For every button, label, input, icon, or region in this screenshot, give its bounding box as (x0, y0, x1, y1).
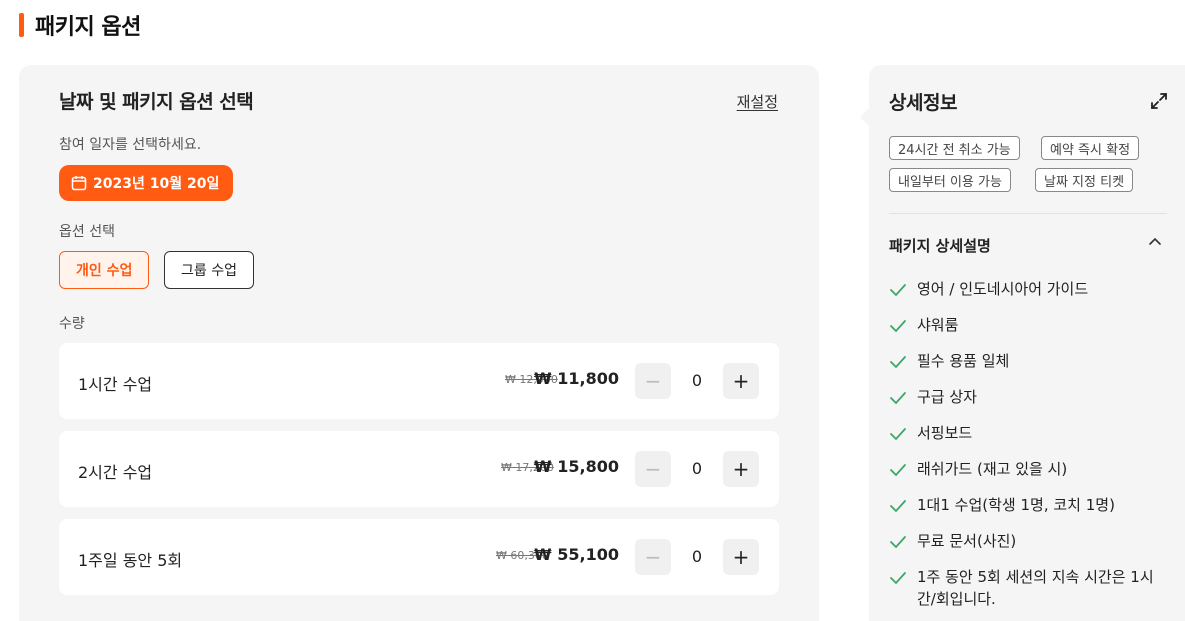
option-label: 옵션 선택 (59, 224, 115, 240)
item-name: 1시간 수업 (78, 375, 153, 394)
check-icon (890, 464, 906, 477)
chevron-up-icon[interactable] (1147, 233, 1163, 249)
quantity-count: 0 (691, 459, 703, 478)
increase-button[interactable]: + (723, 451, 759, 487)
date-prompt: 참여 일자를 선택하세요. (59, 137, 202, 153)
panel-pointer (860, 107, 870, 127)
check-icon (890, 392, 906, 405)
option-group-lesson[interactable]: 그룹 수업 (164, 251, 254, 289)
panel-title: 날짜 및 패키지 옵션 선택 (59, 91, 254, 113)
feature-text: 필수 용품 일체 (917, 352, 1010, 370)
package-detail-title: 패키지 상세설명 (889, 237, 991, 255)
check-icon (890, 356, 906, 369)
decrease-button[interactable]: − (635, 451, 671, 487)
feature-text: 1대1 수업(학생 1명, 코치 1명) (917, 496, 1115, 514)
feature-text: 구급 상자 (917, 388, 977, 406)
feature-item: 샤워룸 (889, 314, 1159, 336)
tag-available-tomorrow: 내일부터 이용 가능 (889, 168, 1011, 192)
feature-item: 1대1 수업(학생 1명, 코치 1명) (889, 494, 1159, 516)
page-title: 패키지 옵션 (35, 15, 141, 40)
item-name: 2시간 수업 (78, 463, 153, 482)
page-heading: 패키지 옵션 (19, 10, 141, 40)
increase-button[interactable]: + (723, 539, 759, 575)
feature-text: 서핑보드 (917, 424, 973, 442)
detail-title: 상세정보 (889, 92, 957, 114)
decrease-button[interactable]: − (635, 539, 671, 575)
check-icon (890, 284, 906, 297)
heading-accent-bar (19, 13, 24, 37)
selected-date: 2023년 10월 20일 (93, 176, 220, 192)
feature-item: 필수 용품 일체 (889, 350, 1159, 372)
decrease-button[interactable]: − (635, 363, 671, 399)
check-icon (890, 320, 906, 333)
quantity-label: 수량 (59, 316, 85, 332)
tag-instant-confirm: 예약 즉시 확정 (1041, 136, 1140, 160)
tag-dated-ticket: 날짜 지정 티켓 (1035, 168, 1134, 192)
feature-item: 서핑보드 (889, 422, 1159, 444)
increase-button[interactable]: + (723, 363, 759, 399)
feature-item: 1주 동안 5회 세션의 지속 시간은 1시간/회입니다. (889, 566, 1159, 610)
feature-text: 래쉬가드 (재고 있을 시) (917, 460, 1068, 478)
item-name: 1주일 동안 5회 (78, 551, 183, 570)
check-icon (890, 500, 906, 513)
quantity-count: 0 (691, 371, 703, 390)
reset-button[interactable]: 재설정 (737, 91, 778, 112)
feature-text: 1주 동안 5회 세션의 지속 시간은 1시간/회입니다. (917, 568, 1154, 608)
feature-text: 샤워룸 (917, 316, 959, 334)
detail-panel: 상세정보 24시간 전 취소 가능 예약 즉시 확정 내일부터 이용 가능 날짜… (860, 65, 1185, 621)
feature-item: 무료 문서(사진) (889, 530, 1159, 552)
check-icon (890, 572, 906, 585)
option-selection-panel: 날짜 및 패키지 옵션 선택 재설정 참여 일자를 선택하세요. 2023년 1… (19, 65, 819, 621)
quantity-row: 1시간 수업 ₩ 12,900 ₩ 11,800 − 0 + (59, 343, 779, 419)
feature-text: 무료 문서(사진) (917, 532, 1017, 550)
date-chip[interactable]: 2023년 10월 20일 (59, 165, 234, 201)
sale-price: ₩ 15,800 (534, 457, 619, 476)
feature-item: 구급 상자 (889, 386, 1159, 408)
check-icon (890, 428, 906, 441)
expand-icon[interactable] (1149, 91, 1169, 111)
check-icon (890, 536, 906, 549)
feature-item: 영어 / 인도네시아어 가이드 (889, 278, 1159, 300)
divider (889, 213, 1167, 214)
sale-price: ₩ 11,800 (534, 369, 619, 388)
quantity-count: 0 (691, 547, 703, 566)
tag-free-cancel: 24시간 전 취소 가능 (889, 136, 1020, 160)
feature-item: 래쉬가드 (재고 있을 시) (889, 458, 1159, 480)
quantity-row: 2시간 수업 ₩ 17,200 ₩ 15,800 − 0 + (59, 431, 779, 507)
quantity-row: 1주일 동안 5회 ₩ 60,300 ₩ 55,100 − 0 + (59, 519, 779, 595)
option-private-lesson[interactable]: 개인 수업 (59, 251, 150, 289)
feature-text: 영어 / 인도네시아어 가이드 (917, 280, 1089, 298)
calendar-icon (71, 176, 87, 191)
sale-price: ₩ 55,100 (534, 545, 619, 564)
